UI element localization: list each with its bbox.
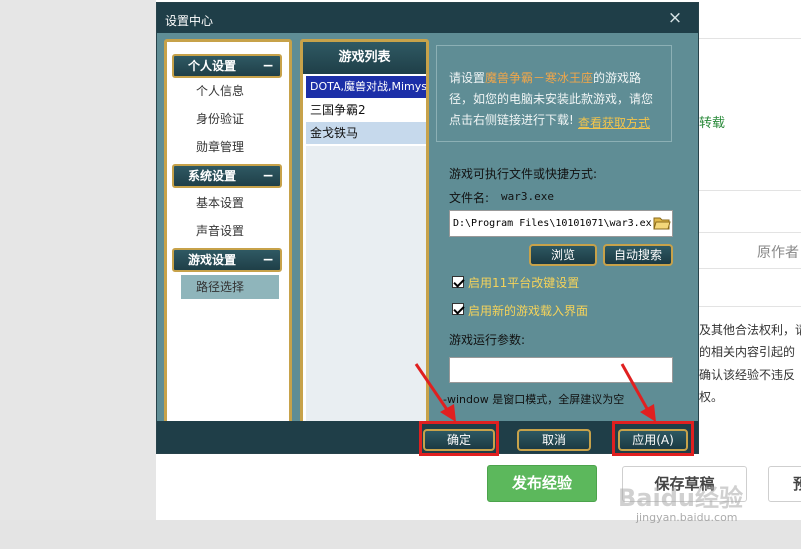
divider xyxy=(699,190,801,191)
filename-value: war3.exe xyxy=(501,190,554,203)
checkbox-new-loader[interactable] xyxy=(452,303,464,315)
preview-button[interactable]: 预 xyxy=(768,466,801,502)
game-list-item[interactable]: 金戈铁马 xyxy=(306,122,426,144)
window-mode-hint: -window 是窗口模式，全屏建议为空 xyxy=(443,393,625,406)
game-list-title: 游戏列表 xyxy=(303,42,426,74)
background-left-gutter xyxy=(0,0,156,549)
collapse-icon[interactable]: − xyxy=(262,250,274,270)
arrow-icon xyxy=(620,363,656,422)
nav-item-sound[interactable]: 声音设置 xyxy=(181,219,279,243)
nav-item-basic[interactable]: 基本设置 xyxy=(181,191,279,215)
nav-section-system[interactable]: 系统设置 − xyxy=(172,164,282,188)
divider xyxy=(699,306,801,307)
watermark-url: jingyan.baidu.com xyxy=(636,511,738,524)
author-label: 原作者 xyxy=(757,245,799,261)
get-download-link[interactable]: 查看获取方式 xyxy=(578,114,650,131)
nav-item-path[interactable]: 路径选择 xyxy=(181,275,279,299)
game-path-input[interactable]: D:\Program Files\10101071\war3.ex xyxy=(449,210,673,237)
highlight-ok-button xyxy=(419,421,499,456)
nav-section-game[interactable]: 游戏设置 − xyxy=(172,248,282,272)
game-list-panel: 游戏列表 DOTA,魔兽对战,Mimys 三国争霸2 金戈铁马 xyxy=(300,39,429,427)
divider xyxy=(699,38,801,39)
nav-item-medals[interactable]: 勋章管理 xyxy=(181,135,279,159)
arrow-icon xyxy=(414,363,456,422)
filename-label: 文件名: xyxy=(449,191,490,205)
divider xyxy=(699,268,801,269)
checkbox-new-loader-label[interactable]: 启用新的游戏载入界面 xyxy=(468,302,588,319)
info-prefix: 请设置 xyxy=(449,71,486,85)
cancel-button[interactable]: 取消 xyxy=(517,429,591,451)
collapse-icon[interactable]: − xyxy=(262,56,274,76)
exe-label: 游戏可执行文件或快捷方式: xyxy=(449,167,598,181)
nav-section-personal[interactable]: 个人设置 − xyxy=(172,54,282,78)
nav-section-label: 游戏设置 xyxy=(188,253,237,267)
nav-item-verification[interactable]: 身份验证 xyxy=(181,107,279,131)
repost-label: 转载 xyxy=(699,116,726,131)
terms-line-3: 确认该经验不违反 xyxy=(699,368,796,382)
nav-item-profile[interactable]: 个人信息 xyxy=(181,79,279,103)
watermark-logo: Baidu经验 xyxy=(618,484,743,512)
settings-nav: 个人设置 − 个人信息 身份验证 勋章管理 系统设置 − 基本设置 声音设置 游… xyxy=(164,39,292,427)
folder-open-icon[interactable] xyxy=(653,214,671,232)
collapse-icon[interactable]: − xyxy=(262,166,274,186)
game-list-empty-area xyxy=(306,146,426,424)
info-game-name: 魔兽争霸－寒冰王座 xyxy=(485,71,594,85)
publish-button[interactable]: 发布经验 xyxy=(487,465,597,502)
params-label: 游戏运行参数: xyxy=(449,333,526,347)
terms-line-2: 的相关内容引起的 xyxy=(699,345,796,359)
footer-bar xyxy=(0,520,801,549)
terms-line-4: 权。 xyxy=(699,390,724,404)
game-list-item[interactable]: DOTA,魔兽对战,Mimys xyxy=(306,76,426,98)
nav-section-label: 系统设置 xyxy=(188,169,237,183)
highlight-apply-button xyxy=(612,421,694,456)
divider xyxy=(699,232,801,233)
dialog-title: 设置中心 xyxy=(165,14,214,28)
terms-line-1: 及其他合法权利，请 xyxy=(699,323,801,337)
close-icon[interactable]: × xyxy=(666,8,684,28)
nav-section-label: 个人设置 xyxy=(188,59,237,73)
checkbox-hotkey-label[interactable]: 启用11平台改键设置 xyxy=(468,274,579,291)
checkbox-hotkey[interactable] xyxy=(452,276,464,288)
dialog-titlebar[interactable]: 设置中心 × xyxy=(157,3,698,33)
auto-search-button[interactable]: 自动搜索 xyxy=(603,244,673,266)
game-list-item[interactable]: 三国争霸2 xyxy=(306,99,426,121)
browse-button[interactable]: 浏览 xyxy=(529,244,597,266)
